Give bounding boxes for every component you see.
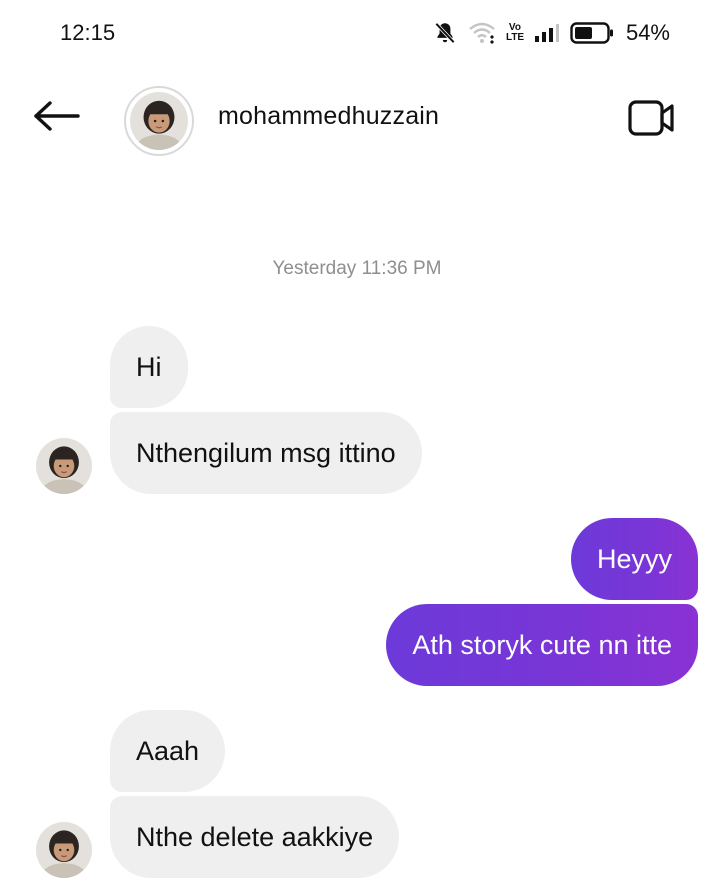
incoming-message[interactable]: Nthe delete aakkiye <box>110 796 400 878</box>
battery-icon <box>570 21 614 45</box>
outgoing-message[interactable]: Heyyy <box>570 518 698 600</box>
message-text: Heyyy <box>596 543 672 574</box>
back-arrow-icon <box>32 100 80 136</box>
status-time: 12:15 <box>60 20 116 45</box>
message-text: Ath storyk cute nn itte <box>412 629 672 660</box>
chat-screen: 12:15 Vo LTE 54% mohammedhuzzain Yesterd… <box>0 0 714 882</box>
outgoing-message[interactable]: Ath storyk cute nn itte <box>386 604 698 686</box>
battery-percent: 54% <box>625 20 670 45</box>
status-icons: Vo LTE 54% <box>432 18 670 48</box>
wifi-icon <box>468 21 496 45</box>
status-bar: 12:15 Vo LTE 54% <box>0 0 714 66</box>
volte-icon: Vo LTE <box>505 22 525 43</box>
chat-header: mohammedhuzzain <box>0 78 714 158</box>
sender-avatar[interactable] <box>36 822 92 878</box>
message-text: Nthengilum msg ittino <box>136 437 396 468</box>
incoming-message[interactable]: Aaah <box>110 710 226 792</box>
back-button[interactable] <box>28 98 84 138</box>
video-call-button[interactable] <box>626 98 678 142</box>
message-text: Nthe delete aakkiye <box>136 821 374 852</box>
message-timestamp: Yesterday 11:36 PM <box>272 258 442 279</box>
incoming-message[interactable]: Nthengilum msg ittino <box>110 412 422 494</box>
incoming-message[interactable]: Hi <box>110 326 188 408</box>
sender-avatar[interactable] <box>36 438 92 494</box>
bell-muted-icon <box>432 20 458 46</box>
video-camera-icon <box>628 98 676 143</box>
message-text: Hi <box>136 351 162 382</box>
chat-username[interactable]: mohammedhuzzain <box>218 102 439 131</box>
message-text: Aaah <box>136 735 200 766</box>
profile-avatar[interactable] <box>124 86 194 156</box>
signal-icon <box>534 22 560 44</box>
